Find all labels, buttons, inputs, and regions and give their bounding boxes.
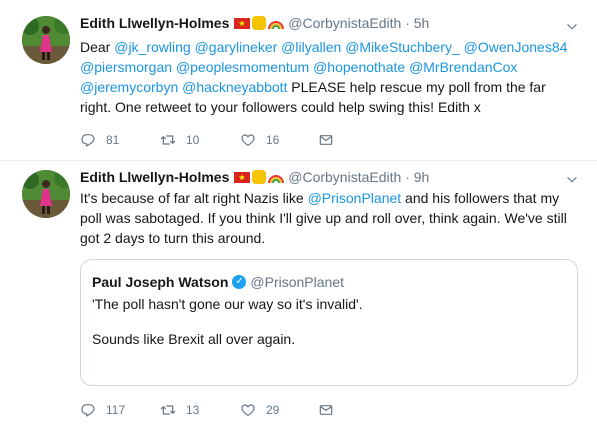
direct-message-button[interactable]	[318, 131, 344, 149]
like-count: 16	[266, 133, 280, 147]
mention-link[interactable]: @peoplesmomentum	[176, 59, 309, 75]
tweet-header: Edith Llwellyn-Holmes @CorbynistaEdith ·…	[80, 14, 429, 32]
heart-icon	[240, 132, 256, 148]
author-handle[interactable]: @CorbynistaEdith	[288, 169, 401, 185]
mention-link[interactable]: @MrBrendanCox	[409, 59, 517, 75]
tweet-text: It's because of far alt right Nazis like…	[80, 188, 580, 248]
reply-icon	[80, 402, 96, 418]
author-name[interactable]: Edith Llwellyn-Holmes	[80, 169, 229, 185]
tweet-actions: 81 10 16	[80, 131, 420, 149]
reply-count: 117	[106, 403, 126, 417]
quoted-tweet-header: Paul Joseph Watson @PrisonPlanet	[92, 274, 344, 290]
retweet-button[interactable]: 13	[160, 401, 199, 419]
tweet-2[interactable]: Edith Llwellyn-Holmes @CorbynistaEdith ·…	[0, 161, 597, 432]
tweet-text-segment: It's because of far alt right Nazis like	[80, 190, 308, 206]
direct-message-button[interactable]	[318, 401, 344, 419]
avatar[interactable]	[22, 170, 70, 218]
like-button[interactable]: 29	[240, 401, 279, 419]
quoted-tweet-line-2: Sounds like Brexit all over again.	[92, 331, 296, 347]
retweet-count: 13	[186, 403, 200, 417]
mention-link[interactable]: @PrisonPlanet	[308, 190, 402, 206]
mention-link[interactable]: @jeremycorbyn	[80, 79, 178, 95]
reply-count: 81	[106, 133, 120, 147]
mention-link[interactable]: @lilyallen	[281, 39, 341, 55]
tweet-text-segment: Dear	[80, 39, 115, 55]
mention-link[interactable]: @jk_rowling	[114, 39, 190, 55]
retweet-button[interactable]: 10	[160, 131, 199, 149]
separator-dot: ·	[405, 169, 410, 185]
mention-link[interactable]: @garylineker	[195, 39, 278, 55]
chevron-down-icon[interactable]	[565, 20, 579, 34]
retweet-icon	[160, 402, 176, 418]
heart-icon	[240, 402, 256, 418]
mention-link[interactable]: @MikeStuchbery_	[345, 39, 460, 55]
reply-button[interactable]: 81	[80, 131, 119, 149]
like-button[interactable]: 16	[240, 131, 279, 149]
raised-fist-icon	[252, 16, 267, 30]
raised-fist-icon	[252, 170, 267, 184]
rainbow-icon	[268, 175, 285, 184]
mention-link[interactable]: @piersmorgan	[80, 59, 172, 75]
mention-link[interactable]: @OwenJones84	[464, 39, 568, 55]
tweet-actions: 117 13 29	[80, 401, 420, 419]
tweet-1[interactable]: Edith Llwellyn-Holmes @CorbynistaEdith ·…	[0, 0, 597, 161]
avatar[interactable]	[22, 16, 70, 64]
envelope-icon	[318, 132, 334, 148]
tweet-text: Dear @jk_rowling @garylineker @lilyallen…	[80, 37, 580, 117]
envelope-icon	[318, 402, 334, 418]
reply-icon	[80, 132, 96, 148]
retweet-count: 10	[186, 133, 200, 147]
author-name[interactable]: Edith Llwellyn-Holmes	[80, 15, 229, 31]
timestamp[interactable]: 9h	[414, 169, 430, 185]
timestamp[interactable]: 5h	[414, 15, 430, 31]
retweet-icon	[160, 132, 176, 148]
author-handle[interactable]: @CorbynistaEdith	[288, 15, 401, 31]
quoted-author-handle: @PrisonPlanet	[250, 274, 344, 290]
like-count: 29	[266, 403, 280, 417]
reply-button[interactable]: 117	[80, 401, 125, 419]
vietnam-flag-icon	[234, 18, 251, 29]
verified-badge-icon	[232, 275, 247, 289]
quoted-tweet-line-1: 'The poll hasn't gone our way so it's in…	[92, 296, 363, 312]
quoted-tweet[interactable]: Paul Joseph Watson @PrisonPlanet 'The pol…	[80, 259, 578, 386]
separator-dot: ·	[405, 15, 410, 31]
quoted-author-name: Paul Joseph Watson	[92, 274, 229, 290]
rainbow-icon	[268, 21, 285, 30]
mention-link[interactable]: @hackneyabbott	[182, 79, 287, 95]
chevron-down-icon[interactable]	[565, 173, 579, 187]
mention-link[interactable]: @hopenothate	[313, 59, 405, 75]
tweet-header: Edith Llwellyn-Holmes @CorbynistaEdith ·…	[80, 168, 429, 186]
vietnam-flag-icon	[234, 172, 251, 183]
